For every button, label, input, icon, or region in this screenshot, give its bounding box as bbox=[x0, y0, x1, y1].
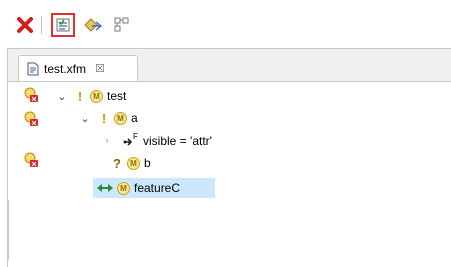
mandatory-icon: ! bbox=[101, 110, 107, 126]
tree-node-label: visible = 'attr' bbox=[143, 134, 212, 148]
tree-node-a[interactable]: ⌄ ! M a bbox=[79, 108, 138, 128]
collapse-button[interactable] bbox=[82, 14, 104, 36]
warning-icon bbox=[24, 111, 38, 126]
tree-node-label: test bbox=[107, 89, 127, 103]
expand-chevron-icon[interactable]: ⌄ bbox=[79, 112, 91, 125]
mandatory-icon: ! bbox=[77, 88, 83, 104]
validate-button[interactable] bbox=[51, 13, 75, 37]
tab-label: test.xfm bbox=[44, 61, 87, 76]
layout-button[interactable] bbox=[111, 14, 133, 36]
expand-chevron-icon[interactable]: ⌄ bbox=[56, 90, 68, 103]
file-icon bbox=[27, 62, 39, 75]
feature-icon: M bbox=[127, 156, 140, 170]
checklist-icon bbox=[56, 18, 70, 32]
delete-button[interactable] bbox=[14, 14, 36, 36]
feature-icon: M bbox=[90, 89, 103, 103]
layout-icon bbox=[114, 17, 129, 32]
tab-test-xfm[interactable]: test.xfm ☒ bbox=[18, 55, 138, 81]
tree-node-b[interactable]: ? M b bbox=[101, 153, 151, 173]
tree-node-test[interactable]: ⌄ ! M test bbox=[56, 86, 126, 106]
constraint-icon: F bbox=[123, 132, 139, 148]
feature-tree-view bbox=[8, 81, 451, 267]
tree-node-constraint[interactable]: › F visible = 'attr' bbox=[101, 131, 212, 151]
toolbar-separator bbox=[41, 16, 42, 34]
tree-node-label: b bbox=[144, 156, 151, 170]
tree-node-featureC[interactable]: M featureC bbox=[96, 178, 180, 198]
warning-icon bbox=[24, 87, 38, 102]
warning-icon bbox=[24, 152, 38, 167]
tree-collapse-icon bbox=[84, 18, 103, 32]
optional-icon: ? bbox=[113, 155, 121, 171]
tree-node-label: a bbox=[131, 111, 138, 125]
view-divider bbox=[8, 200, 9, 260]
constraint-superscript: F bbox=[133, 132, 138, 141]
collapsed-chevron-icon[interactable]: › bbox=[101, 135, 113, 147]
feature-icon: M bbox=[117, 181, 130, 195]
feature-icon: M bbox=[114, 111, 127, 125]
tree-node-label: featureC bbox=[134, 181, 181, 195]
toolbar bbox=[0, 0, 451, 42]
close-icon[interactable]: ☒ bbox=[95, 62, 105, 75]
alternative-arrow-icon bbox=[97, 184, 113, 192]
red-x-icon bbox=[17, 17, 33, 33]
